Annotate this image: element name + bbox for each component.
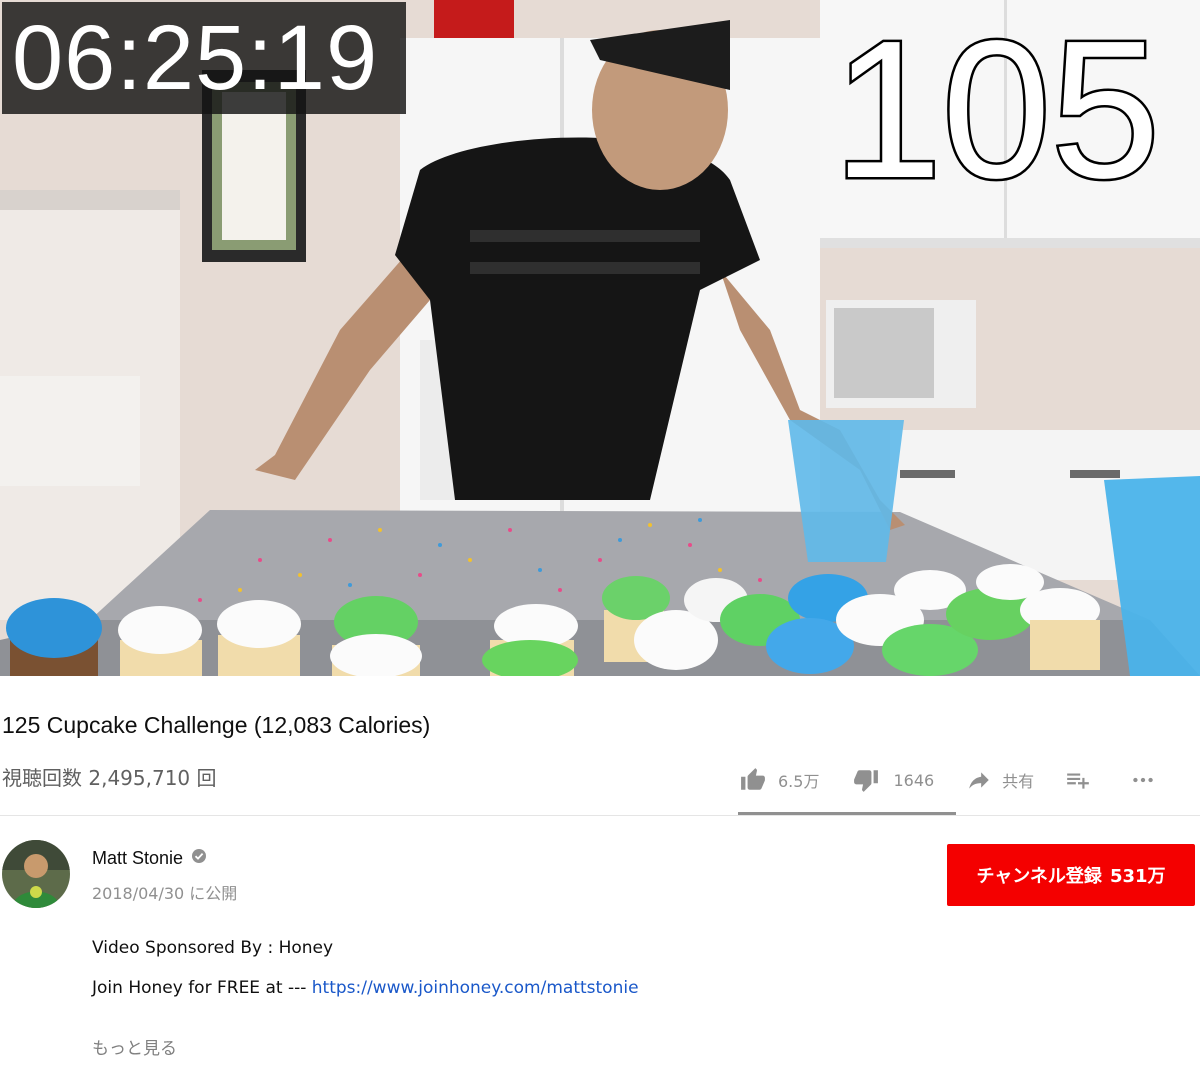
view-count: 視聴回数 2,495,710 回 bbox=[2, 766, 217, 790]
description-text: Join Honey for FREE at --- bbox=[92, 978, 312, 998]
playlist-add-icon bbox=[1064, 767, 1092, 793]
more-actions-button[interactable] bbox=[1128, 767, 1158, 793]
honey-link[interactable]: https://www.joinhoney.com/mattstonie bbox=[312, 978, 639, 998]
share-button[interactable]: 共有 bbox=[966, 767, 1034, 793]
dislike-button[interactable]: 1646 bbox=[853, 767, 934, 793]
channel-avatar[interactable] bbox=[2, 840, 70, 908]
cupcake-counter-overlay: 105 bbox=[830, 0, 1162, 219]
like-button[interactable]: 6.5万 bbox=[740, 767, 819, 793]
subscribe-label: チャンネル登録 bbox=[976, 866, 1102, 887]
show-more-button[interactable]: もっと見る bbox=[92, 1034, 177, 1059]
share-arrow-icon bbox=[966, 767, 992, 793]
channel-name-link[interactable]: Matt Stonie bbox=[92, 848, 207, 869]
subscriber-count: 531万 bbox=[1109, 866, 1166, 887]
subscribe-button[interactable]: チャンネル登録 531万 bbox=[947, 844, 1195, 906]
description-line: Video Sponsored By : Honey bbox=[92, 938, 334, 958]
more-horiz-icon bbox=[1128, 767, 1158, 793]
dislike-count: 1646 bbox=[893, 770, 935, 790]
description-line: Join Honey for FREE at --- https://www.j… bbox=[92, 978, 639, 998]
share-label: 共有 bbox=[1002, 772, 1035, 791]
publish-date: 2018/04/30 に公開 bbox=[92, 884, 238, 903]
verified-check-icon bbox=[191, 848, 207, 869]
video-actions: 6.5万 1646 共有 bbox=[740, 760, 1158, 800]
like-count: 6.5万 bbox=[778, 772, 820, 791]
video-player[interactable]: 06:25:19 105 bbox=[0, 0, 1200, 676]
thumbs-up-icon bbox=[740, 767, 766, 793]
divider bbox=[0, 815, 1200, 816]
save-to-playlist-button[interactable] bbox=[1064, 767, 1092, 793]
elapsed-timer-overlay: 06:25:19 bbox=[2, 2, 406, 114]
thumbs-down-icon bbox=[853, 767, 879, 793]
channel-name: Matt Stonie bbox=[92, 848, 184, 868]
video-title: 125 Cupcake Challenge (12,083 Calories) bbox=[2, 712, 431, 738]
